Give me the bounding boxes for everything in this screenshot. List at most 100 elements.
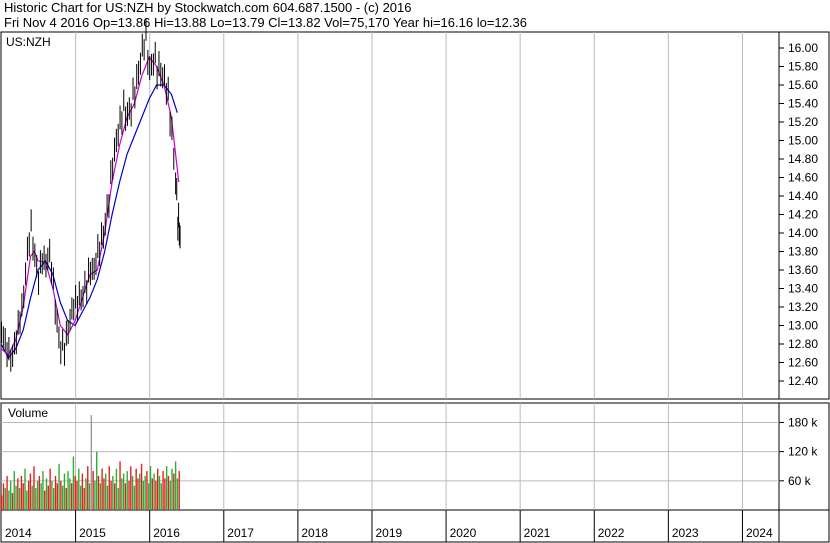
volume-bar	[119, 461, 121, 510]
price-tick-label: 16.00	[788, 41, 818, 55]
volume-bar	[4, 488, 6, 510]
price-tick-label: 15.60	[788, 78, 818, 92]
volume-bar	[42, 471, 44, 510]
volume-bar	[26, 490, 28, 510]
volume-bar	[149, 466, 152, 510]
volume-bar	[117, 488, 119, 510]
volume-bar	[167, 475, 170, 510]
volume-bar	[60, 480, 62, 510]
year-tick-label: 2022	[598, 526, 625, 540]
price-tick-label: 14.60	[788, 171, 818, 185]
volume-bar	[6, 475, 8, 510]
price-tick-label: 14.80	[788, 152, 818, 166]
volume-bar	[74, 475, 76, 510]
price-panel	[0, 31, 780, 400]
volume-bar	[56, 483, 58, 510]
volume-bar	[31, 485, 33, 510]
year-tick-label: 2014	[5, 526, 32, 540]
volume-bar	[69, 478, 71, 510]
volume-bar	[79, 485, 82, 510]
volume-bar	[65, 488, 67, 510]
volume-bar	[96, 451, 98, 510]
year-tick-label: 2019	[375, 526, 402, 540]
volume-bar	[169, 480, 171, 510]
price-tick-label: 14.20	[788, 208, 818, 222]
price-tick-label: 13.00	[788, 319, 818, 333]
volume-bar	[90, 415, 93, 510]
price-tick-label: 15.40	[788, 97, 818, 111]
volume-bar	[97, 475, 100, 510]
year-tick-label: 2016	[153, 526, 180, 540]
volume-bar	[139, 473, 141, 510]
date-axis-corner	[778, 509, 830, 543]
volume-bar	[176, 478, 179, 510]
volume-bar	[131, 475, 134, 510]
volume-bar	[51, 480, 53, 510]
volume-bar	[153, 473, 155, 510]
volume-bar	[44, 490, 46, 510]
volume-bar	[15, 485, 17, 510]
volume-bar	[70, 483, 73, 510]
volume-bar	[110, 480, 112, 510]
volume-bar	[63, 473, 66, 510]
volume-bar	[76, 480, 78, 510]
volume-bar	[36, 480, 39, 510]
volume-bar	[87, 466, 89, 510]
volume-bar	[81, 473, 84, 510]
volume-bar	[135, 468, 137, 510]
volume-bar	[47, 485, 50, 510]
symbol-label: US:NZH	[6, 35, 51, 49]
volume-bar	[83, 488, 85, 510]
volume-bar	[144, 475, 146, 510]
volume-bar	[128, 480, 130, 510]
volume-bar	[121, 478, 123, 510]
price-tick-label: 12.60	[788, 356, 818, 370]
volume-bar	[54, 475, 57, 510]
volume-bar	[148, 483, 150, 510]
price-tick-label: 13.40	[788, 282, 818, 296]
volume-bar	[72, 456, 75, 510]
volume-bar	[22, 483, 24, 510]
volume-bar	[113, 483, 116, 510]
price-tick-label: 12.80	[788, 337, 818, 351]
volume-bar	[164, 478, 166, 510]
year-tick-label: 2015	[79, 526, 106, 540]
volume-bar	[29, 473, 32, 510]
price-tick-label: 13.20	[788, 300, 818, 314]
year-tick-label: 2024	[746, 526, 773, 540]
volume-bar	[13, 471, 15, 510]
volume-bar	[49, 468, 51, 510]
volume-bar	[61, 485, 64, 510]
volume-bar	[53, 488, 55, 510]
volume-bar	[126, 471, 128, 510]
year-tick-label: 2023	[672, 526, 699, 540]
price-tick-label: 15.00	[788, 134, 818, 148]
price-tick-label: 14.40	[788, 189, 818, 203]
volume-bar	[112, 475, 114, 510]
volume-bar	[99, 483, 102, 510]
volume-bar	[178, 471, 180, 510]
year-tick-label: 2020	[450, 526, 477, 540]
volume-tick-label: 180 k	[788, 415, 818, 429]
year-tick-label: 2018	[301, 526, 328, 540]
volume-bar	[1, 495, 3, 510]
volume-bar	[173, 473, 175, 510]
price-tick-label: 12.40	[788, 374, 818, 388]
historic-chart: 16.00 15.80 15.60 15.40 15.20 15.00 14.80 14.60…	[0, 17, 830, 543]
volume-bar	[45, 478, 48, 510]
volume-bar	[108, 466, 110, 510]
volume-bar	[2, 483, 5, 510]
volume-bar	[38, 475, 41, 510]
volume-bar	[33, 466, 35, 510]
year-tick-label: 2017	[227, 526, 254, 540]
volume-bar	[158, 475, 161, 510]
volume-bar	[40, 483, 42, 510]
volume-bar	[20, 475, 23, 510]
volume-bar	[103, 478, 105, 510]
year-tick-label: 2021	[524, 526, 551, 540]
volume-bar	[140, 463, 143, 510]
volume-bar	[85, 478, 87, 510]
volume-bar	[174, 461, 177, 510]
volume-bar	[24, 468, 26, 510]
volume-bar	[146, 471, 148, 510]
